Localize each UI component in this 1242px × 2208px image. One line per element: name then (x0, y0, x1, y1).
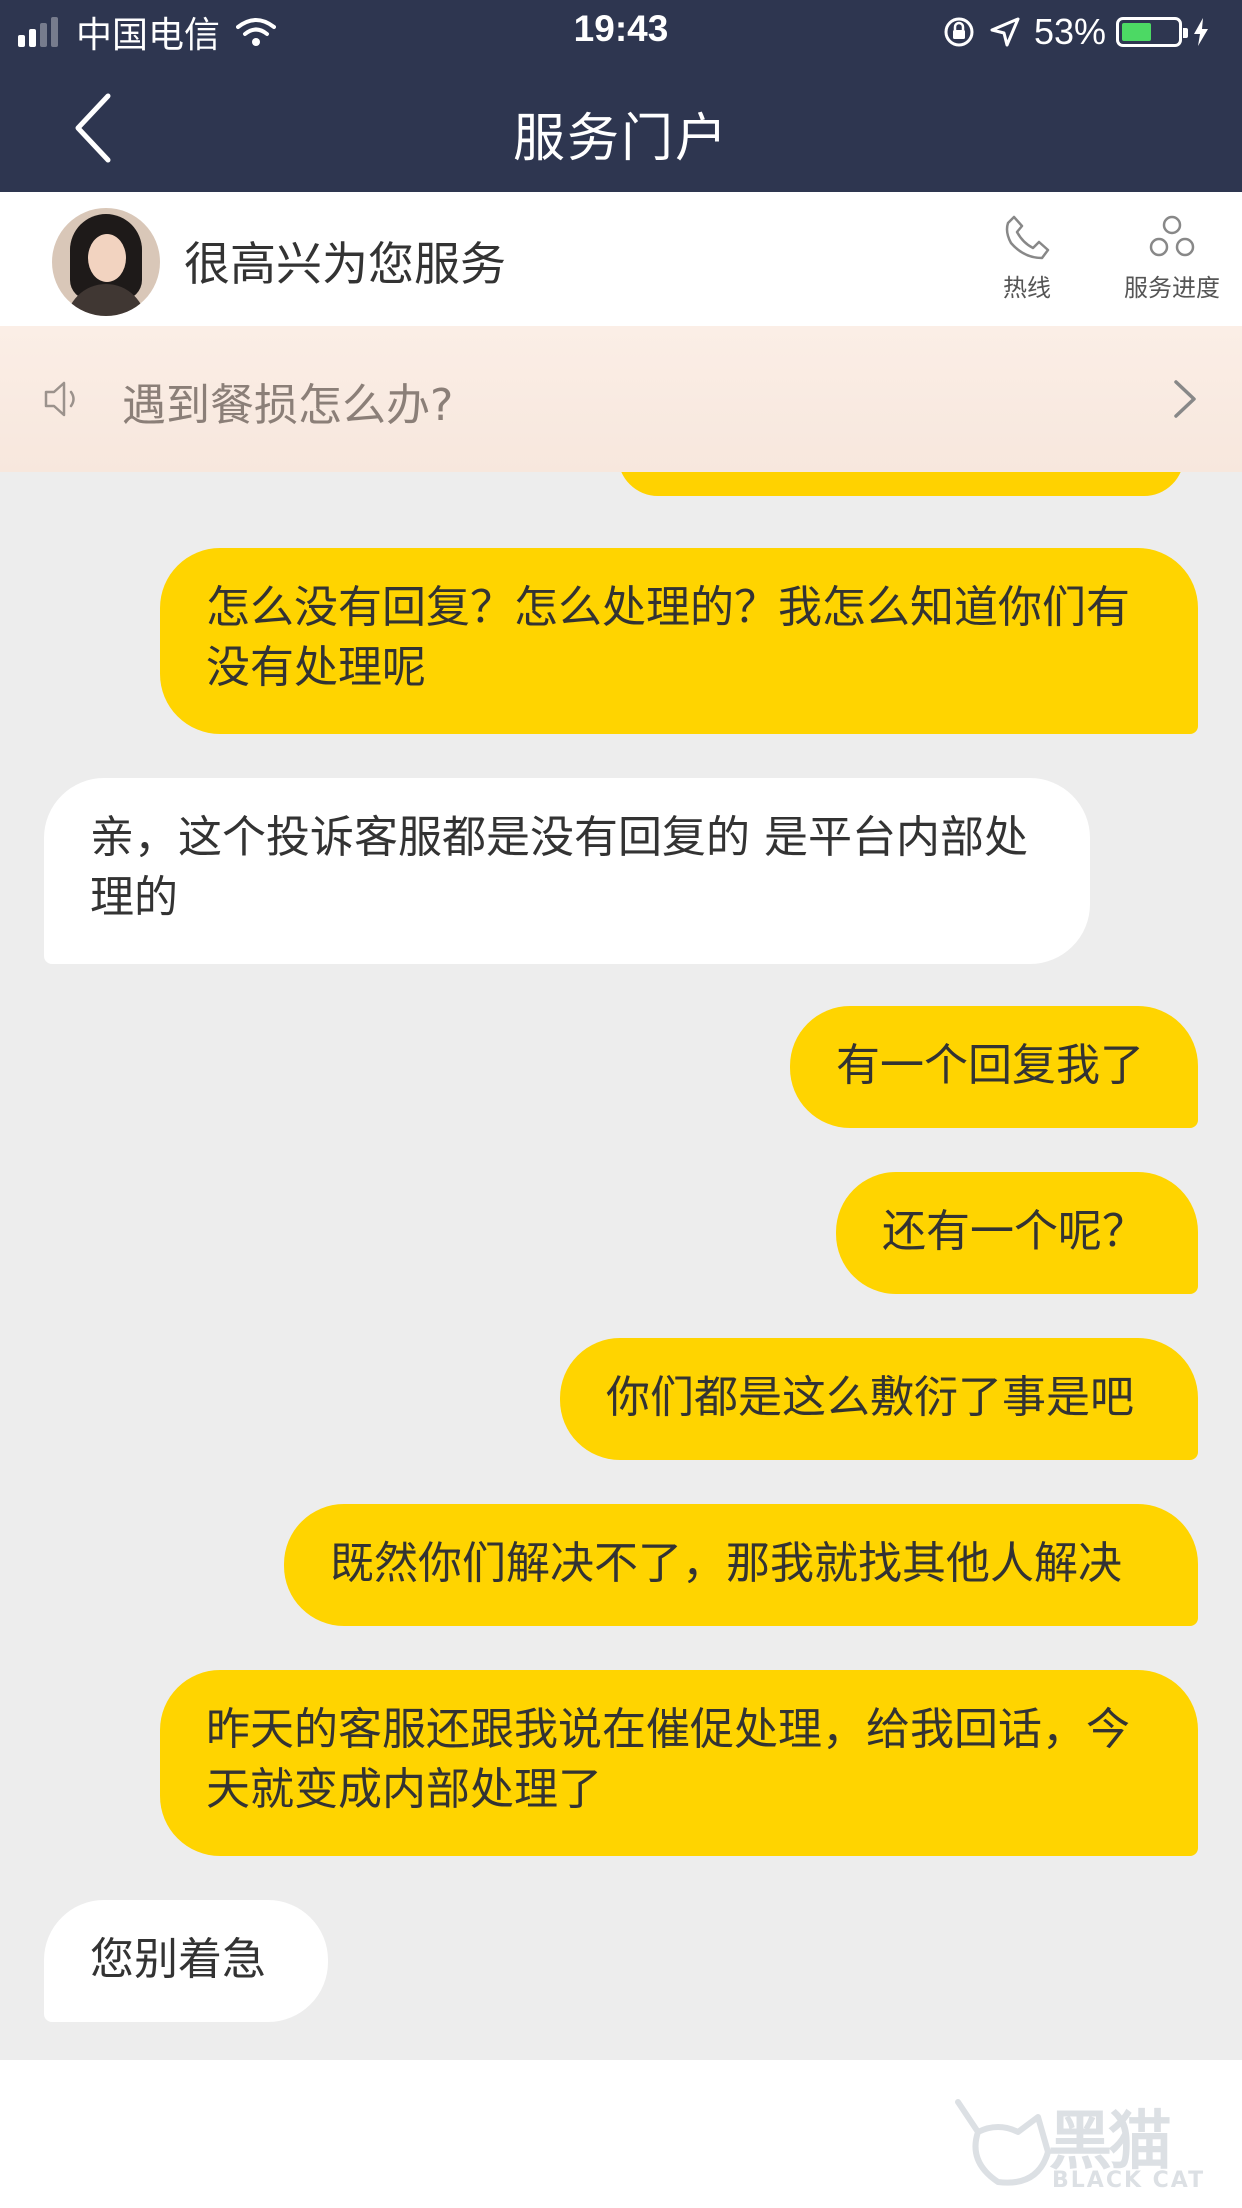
chat-area[interactable]: 怎么没有回复？怎么处理的？我怎么知道你们有没有处理呢 亲，这个投诉客服都是没有回… (0, 472, 1242, 2060)
charging-icon (1194, 18, 1208, 46)
message-bubble-agent: 亲，这个投诉客服都是没有回复的 是平台内部处理的 (44, 778, 1090, 964)
input-area[interactable]: 黑猫 BLACK CAT (0, 2060, 1242, 2208)
avatar (52, 208, 160, 316)
notice-text: 遇到餐损怎么办? (122, 380, 454, 431)
message-bubble-agent: 您别着急 (44, 1900, 328, 2022)
message-bubble-user: 有一个回复我了 (790, 1006, 1198, 1128)
battery-percent: 53% (1033, 11, 1106, 52)
status-bar: 中国电信 19:43 53% (0, 0, 1242, 64)
page-title: 服务门户 (512, 109, 729, 169)
message-bubble-user: 昨天的客服还跟我说在催促处理，给我回话，今天就变成内部处理了 (160, 1670, 1198, 1856)
message-bubble-user: 还有一个呢？ (836, 1172, 1198, 1294)
agent-header: 很高兴为您服务 热线 服务进度 (0, 192, 1242, 326)
nav-bar: 服务门户 (0, 64, 1242, 192)
message-bubble-user: 你们都是这么敷衍了事是吧 (560, 1338, 1198, 1460)
watermark: 黑猫 BLACK CAT (948, 2084, 1228, 2200)
agent-greeting: 很高兴为您服务 (184, 237, 506, 291)
cat-logo-icon (955, 2099, 1051, 2186)
battery-icon (1116, 17, 1188, 47)
phone-icon (1005, 215, 1050, 260)
hotline-button[interactable]: 热线 (962, 212, 1092, 303)
speaker-icon (44, 381, 75, 417)
status-right: 53% (942, 10, 1224, 54)
notice-bar[interactable]: 遇到餐损怎么办? (0, 326, 1242, 472)
progress-icon (1149, 215, 1195, 257)
location-icon (990, 17, 1020, 47)
hotline-label: 热线 (1003, 274, 1051, 302)
partial-message-bubble (618, 472, 1184, 496)
message-bubble-user: 怎么没有回复？怎么处理的？我怎么知道你们有没有处理呢 (160, 548, 1198, 734)
orientation-lock-icon (944, 17, 974, 47)
watermark-subtitle: BLACK CAT (1052, 2168, 1206, 2193)
message-bubble-user: 既然你们解决不了，那我就找其他人解决 (284, 1504, 1198, 1626)
service-progress-button[interactable]: 服务进度 (1102, 212, 1242, 303)
chevron-right-icon (1174, 380, 1196, 418)
progress-label: 服务进度 (1124, 274, 1220, 302)
battery-level (1122, 23, 1151, 41)
